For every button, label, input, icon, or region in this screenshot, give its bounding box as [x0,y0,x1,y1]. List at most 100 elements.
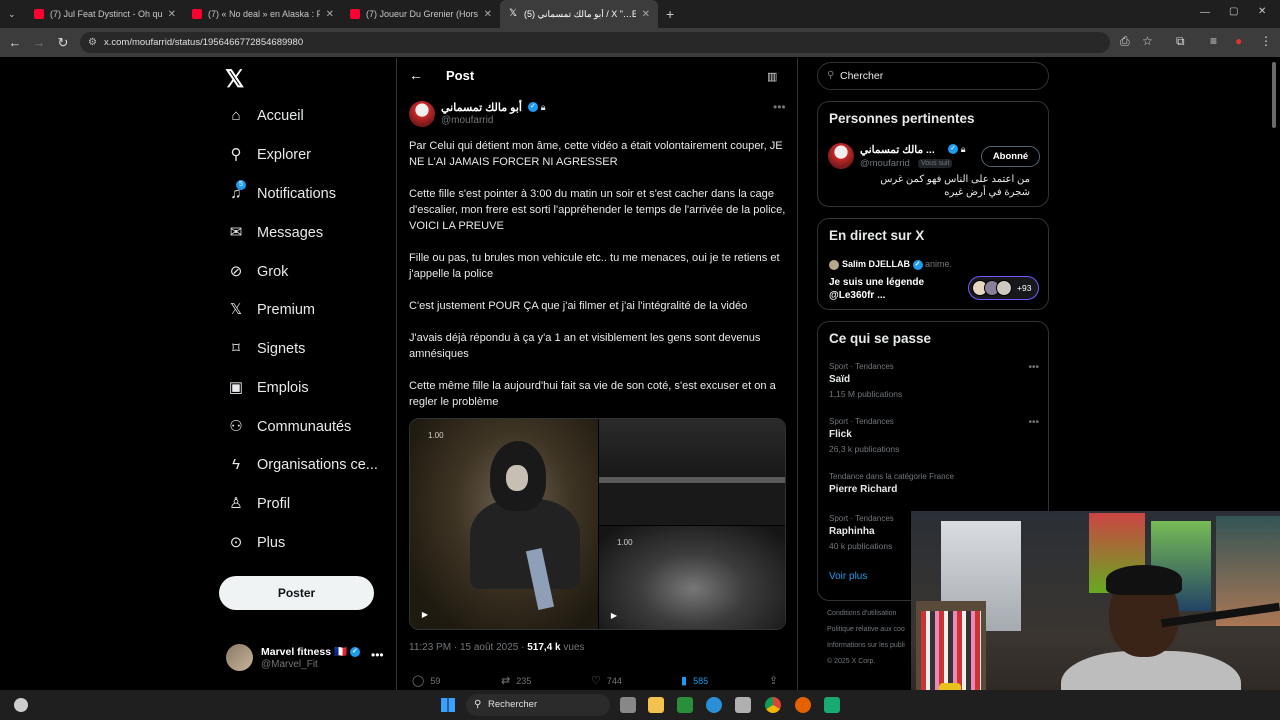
tab-search-chevron-icon[interactable]: ⌄ [0,0,26,28]
chrome-icon[interactable] [765,697,781,713]
related-avatar[interactable] [828,143,854,169]
x-icon: 𝕏 [229,301,243,318]
play-icon[interactable]: ▶ [607,609,621,623]
tab-4-active[interactable]: 𝕏 (5) أبو مالك تمسماني / X "…EF ✕ [500,0,658,28]
nav-item-premium[interactable]: 𝕏 Premium [227,298,315,322]
footer-link[interactable]: Politique relative aux coo [827,622,917,638]
more-horizontal-icon[interactable]: ••• [1028,362,1039,373]
avatar [996,280,1012,296]
extensions-icon[interactable]: ⧉ [1176,34,1185,49]
nav-item-more[interactable]: ⊙ Plus [227,531,286,555]
x-logo-icon[interactable]: 𝕏 [225,65,244,94]
trend-item[interactable]: Sport · Tendances Flick 26,3 k publicati… [829,417,1039,454]
nav-item-explore[interactable]: ⚲ Explorer [227,143,312,167]
site-settings-icon[interactable]: ⚙ [88,32,97,53]
related-handle[interactable]: @moufarrid [860,158,910,169]
search-icon: ⚲ [474,699,482,710]
tab-2[interactable]: (7) « No deal » en Alaska : Pout ✕ [184,0,342,28]
author-name[interactable]: أبو مالك تمسماني [441,101,522,114]
nav-item-profile[interactable]: ♙ Profil [227,492,290,516]
maximize-icon[interactable]: ▢ [1229,6,1238,17]
reader-mode-icon[interactable]: ▥ [767,70,777,83]
footer-link[interactable]: Informations sur les publi [827,638,917,654]
follows-you-badge: Vous suit [918,159,953,168]
forward-arrow-icon[interactable]: → [26,35,52,50]
reload-icon[interactable]: ↻ [50,35,76,51]
firefox-icon[interactable] [795,697,811,713]
share-button[interactable]: ⇪ [769,674,784,687]
back-arrow-icon[interactable]: ← [409,67,423,83]
weather-widget-icon[interactable] [14,698,28,712]
bookmark-star-icon[interactable]: ☆ [1142,34,1153,48]
reading-list-icon[interactable]: ≡ [1210,34,1217,48]
tab-3[interactable]: (7) Joueur Du Grenier (Hors-sé ✕ [342,0,500,28]
search-placeholder: Chercher [840,70,884,82]
share-icon: ⇪ [769,675,779,687]
back-arrow-icon[interactable]: ← [2,35,28,50]
search-icon: ⚲ [230,146,242,163]
xbox-icon[interactable] [677,697,693,713]
page-scrollbar[interactable] [1272,62,1276,128]
nav-item-organizations[interactable]: ϟ Organisations ce... [227,453,378,477]
edge-icon[interactable] [706,697,722,713]
repost-button[interactable]: ⇄ 235 [501,674,531,687]
nav-label: Accueil [257,108,304,124]
close-icon[interactable]: ✕ [326,9,334,20]
nav-item-messages[interactable]: ✉ Messages [227,221,323,245]
related-people-card: Personnes pertinentes ... مالك تمسماني ✓… [817,101,1049,207]
url-field[interactable]: ⚙ x.com/moufarrid/status/195646677285468… [80,32,1110,53]
close-icon[interactable]: ✕ [484,9,492,20]
post-media[interactable]: 1.00 ▶ 1.00 ▶ [409,418,786,630]
close-icon[interactable]: ✕ [642,9,650,20]
new-tab-plus-icon[interactable]: + [658,0,688,28]
live-card[interactable]: En direct sur X Salim DJELLAB ✓ anime. J… [817,218,1049,310]
following-button[interactable]: Abonné [981,146,1040,167]
video-frame-top [599,419,785,473]
browser-menu-icon[interactable]: ⋮ [1260,34,1272,48]
nav-item-bookmarks[interactable]: ⌑ Signets [227,337,305,361]
nav-item-notifications[interactable]: ♫ 5 Notifications [227,180,336,206]
install-app-icon[interactable]: ⎙ [1120,34,1130,49]
tab-title: (5) أبو مالك تمسماني / X "…EF [524,8,636,19]
video-thumbnail[interactable]: 1.00 ▶ [410,419,598,629]
search-input[interactable]: ⚲ Chercher [817,62,1049,90]
nav-item-home[interactable]: ⌂ Accueil [227,104,304,128]
footer-link[interactable]: Conditions d'utilisation [827,606,917,622]
account-switcher[interactable]: Marvel fitness 🇫🇷 ✓ @Marvel_Fit ••• [226,642,396,672]
nav-item-jobs[interactable]: ▣ Emplois [227,376,309,400]
video-thumbnail[interactable] [599,419,785,525]
more-horizontal-icon[interactable]: ••• [773,100,786,114]
file-explorer-icon[interactable] [648,697,664,713]
nav-item-grok[interactable]: ⊘ Grok [227,260,289,284]
author-handle[interactable]: @moufarrid [441,115,493,126]
post-timestamp[interactable]: 11:23 PM · 15 août 2025 · [409,642,527,653]
youtube-icon [34,9,44,19]
notification-badge: 5 [236,180,246,190]
like-button[interactable]: ♡ 744 [591,674,622,687]
close-window-icon[interactable]: ✕ [1258,6,1266,17]
see-more-link[interactable]: Voir plus [829,571,867,582]
footer-links: Conditions d'utilisation Politique relat… [827,606,917,670]
post-button[interactable]: Poster [219,576,374,610]
trend-item[interactable]: Tendance dans la catégorie France Pierre… [829,472,1039,495]
more-horizontal-icon[interactable]: ••• [1028,417,1039,428]
trend-item[interactable]: Sport · Tendances Saïd 1,15 M publicatio… [829,362,1039,399]
webcam-person-hair [1106,565,1182,595]
close-icon[interactable]: ✕ [168,9,176,20]
reply-button[interactable]: ◯ 59 [412,674,440,687]
home-icon: ⌂ [231,107,241,124]
bookmark-button[interactable]: ▮ 585 [681,674,708,687]
taskbar-search[interactable]: ⚲ Rechercher [466,694,610,716]
profile-avatar-icon[interactable]: ● [1235,34,1242,48]
video-thumbnail[interactable]: 1.00 ▶ [599,526,785,629]
play-icon[interactable]: ▶ [418,608,432,622]
tab-1[interactable]: (7) Jul Feat Dystinct - Oh qu'elle ✕ [26,0,184,28]
windows-start-icon[interactable] [441,698,455,712]
task-view-icon[interactable] [620,697,636,713]
nav-item-communities[interactable]: ⚇ Communautés [227,415,351,439]
app-icon[interactable] [824,697,840,713]
related-name[interactable]: ... مالك تمسماني [860,144,935,156]
author-avatar[interactable] [409,101,435,127]
store-icon[interactable] [735,697,751,713]
minimize-icon[interactable]: — [1200,7,1210,18]
